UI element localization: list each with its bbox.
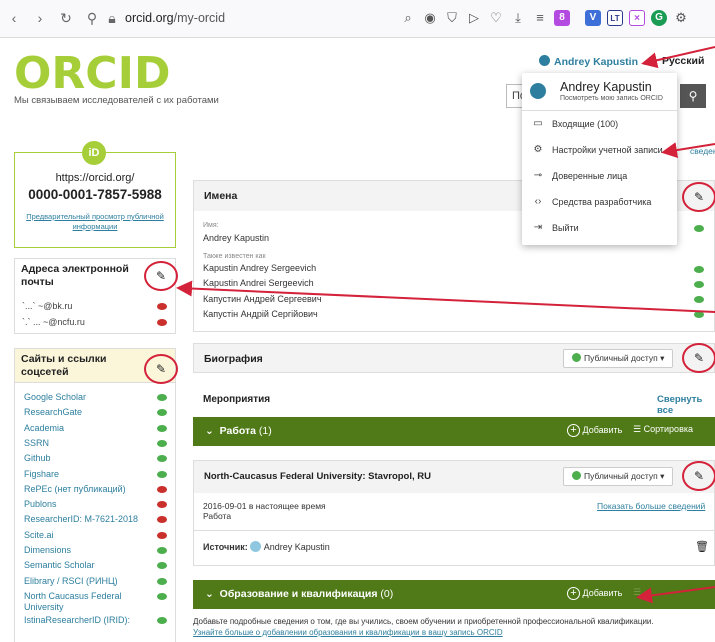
annotation-arrow [641,46,715,69]
annotation-arrow [636,586,715,604]
annotation-arrows [176,46,715,604]
annotation-arrow [661,142,715,159]
annotation-arrow [176,280,715,313]
